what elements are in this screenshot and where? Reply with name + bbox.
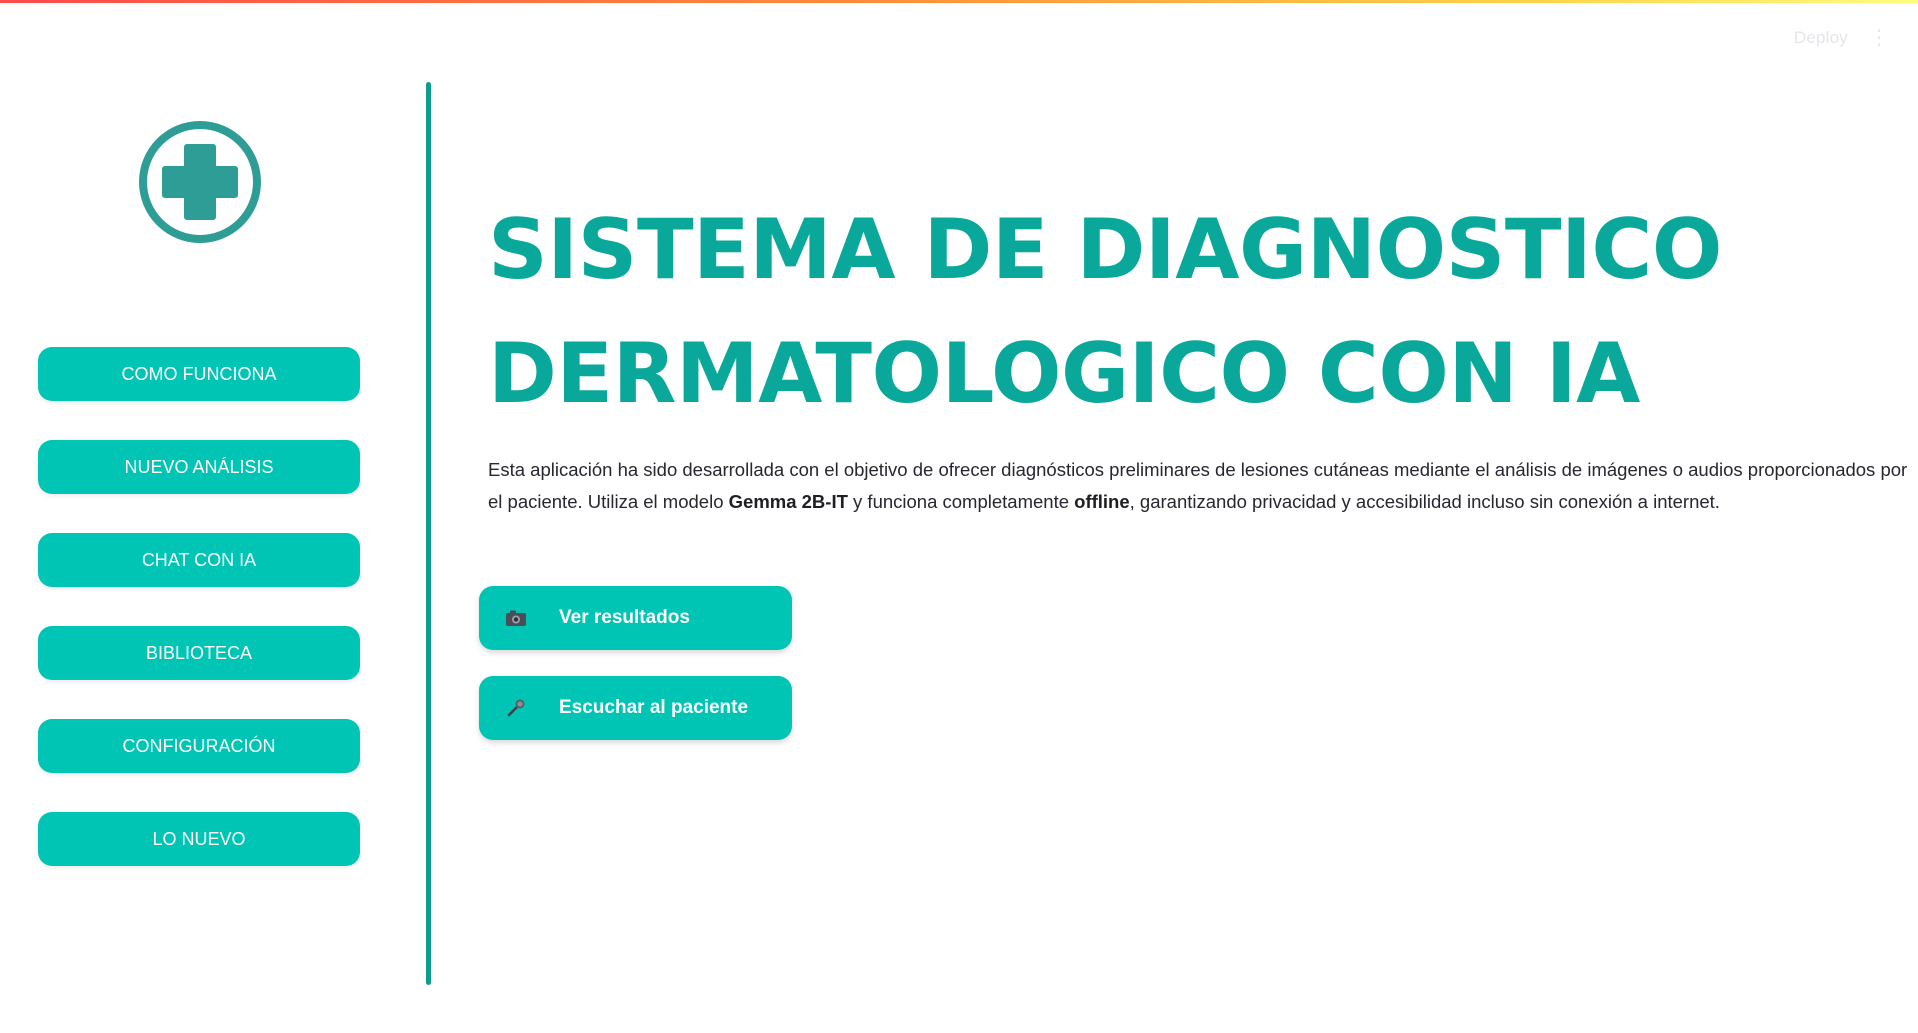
camera-icon — [505, 607, 527, 629]
sidebar-item-nuevo-analisis[interactable]: NUEVO ANÁLISIS — [38, 440, 360, 494]
vertical-divider — [426, 82, 431, 985]
model-name: Gemma 2B-IT — [728, 491, 848, 512]
sidebar-item-biblioteca[interactable]: BIBLIOTECA — [38, 626, 360, 680]
escuchar-paciente-button[interactable]: Escuchar al paciente — [479, 676, 792, 740]
description-text: , garantizando privacidad y accesibilida… — [1129, 491, 1720, 512]
app-description: Esta aplicación ha sido desarrollada con… — [488, 454, 1908, 518]
deploy-button[interactable]: Deploy — [1794, 28, 1848, 48]
description-text: y funciona completamente — [847, 491, 1075, 512]
ver-resultados-button[interactable]: Ver resultados — [479, 586, 792, 650]
offline-label: offline — [1074, 491, 1130, 512]
page-title-line-1: SISTEMA DE DIAGNOSTICO — [488, 201, 1722, 298]
sidebar-item-chat-con-ia[interactable]: CHAT CON IA — [38, 533, 360, 587]
sidebar-item-lo-nuevo[interactable]: LO NUEVO — [38, 812, 360, 866]
sidebar: COMO FUNCIONA NUEVO ANÁLISIS CHAT CON IA… — [0, 0, 398, 1033]
sidebar-item-configuracion[interactable]: CONFIGURACIÓN — [38, 719, 360, 773]
microphone-icon — [505, 697, 527, 719]
kebab-menu-icon[interactable]: ⋮ — [1868, 26, 1890, 50]
sidebar-item-como-funciona[interactable]: COMO FUNCIONA — [38, 347, 360, 401]
ver-resultados-label: Ver resultados — [559, 607, 690, 628]
page-title: SISTEMA DE DIAGNOSTICO DERMATOLOGICO CON… — [488, 188, 1868, 436]
medical-cross-icon — [139, 121, 261, 243]
page-title-line-2: DERMATOLOGICO CON IA — [488, 325, 1640, 422]
escuchar-paciente-label: Escuchar al paciente — [559, 697, 749, 718]
